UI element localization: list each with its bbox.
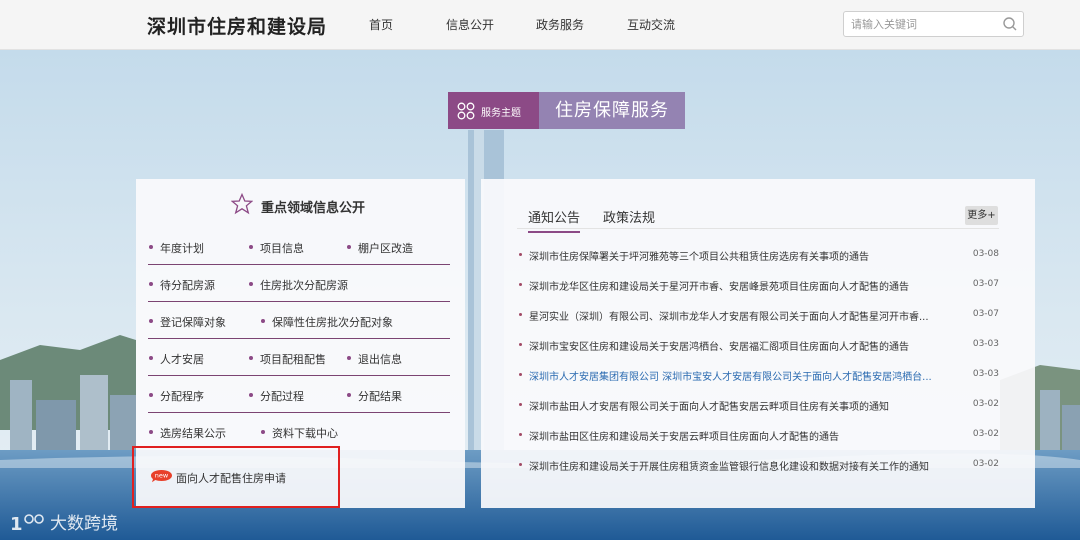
news-item[interactable]: 星河实业（深圳）有限公司、深圳市龙华人才安居有限公司关于面向人才配售星河开市睿.… xyxy=(517,306,999,324)
bullet-dot xyxy=(519,313,522,316)
bullet-dot xyxy=(519,403,522,406)
news-item[interactable]: 深圳市住房和建设局关于开展住房租赁资金监管银行信息化建设和数据对接有关工作的通知… xyxy=(517,456,999,474)
news-date: 03-08 xyxy=(972,249,999,259)
link-row: 分配程序 分配过程 分配结果 xyxy=(148,376,450,413)
news-title[interactable]: 深圳市住房和建设局关于开展住房租赁资金监管银行信息化建设和数据对接有关工作的通知 xyxy=(529,458,959,473)
new-badge-text: new xyxy=(155,472,169,480)
panel-title: 重点领域信息公开 xyxy=(261,201,366,216)
link-row: 待分配房源 住房批次分配房源 xyxy=(148,265,450,302)
bullet-dot xyxy=(519,433,522,436)
bullet-dot xyxy=(519,343,522,346)
news-title[interactable]: 深圳市龙华区住房和建设局关于星河开市睿、安居峰景苑项目住房面向人才配售的通告 xyxy=(529,278,959,293)
link-download-center[interactable]: 资料下载中心 xyxy=(260,425,338,441)
bullet-dot xyxy=(519,283,522,286)
new-badge-icon: new xyxy=(151,470,172,483)
site-title[interactable]: 深圳市住房和建设局 xyxy=(147,12,327,39)
link-project-rent-sale[interactable]: 项目配租配售 xyxy=(248,351,326,367)
page: 深圳市住房和建设局 首页 信息公开 政务服务 互动交流 服务主题 住房保障服务 xyxy=(0,0,1080,540)
bullet-dot xyxy=(519,463,522,466)
notice-panel: 通知公告 政策法规 更多+ 深圳市住房保障署关于坪河雅苑等三个项目公共租赁住房选… xyxy=(481,179,1035,508)
link-selection-results[interactable]: 选房结果公示 xyxy=(148,425,226,441)
news-date: 03-02 xyxy=(972,399,999,409)
news-title[interactable]: 深圳市盐田人才安居有限公司关于面向人才配售安居云畔项目住房有关事项的通知 xyxy=(529,398,959,413)
link-registered-recipients[interactable]: 登记保障对象 xyxy=(148,314,226,330)
service-theme-tag: 服务主题 xyxy=(448,92,539,129)
news-item[interactable]: 深圳市龙华区住房和建设局关于星河开市睿、安居峰景苑项目住房面向人才配售的通告 0… xyxy=(517,276,999,294)
svg-text:1: 1 xyxy=(10,514,23,535)
link-allocation-process[interactable]: 分配过程 xyxy=(248,388,304,404)
news-title[interactable]: 深圳市住房保障署关于坪河雅苑等三个项目公共租赁住房选房有关事项的通告 xyxy=(529,248,959,263)
star-icon xyxy=(231,193,253,215)
link-housing-to-allocate[interactable]: 待分配房源 xyxy=(148,277,215,293)
link-batch-allocation-recipients[interactable]: 保障性住房批次分配对象 xyxy=(260,314,393,330)
news-item-hovered[interactable]: 深圳市人才安居集团有限公司 深圳市宝安人才安居有限公司关于面向人才配售安居鸿栖台… xyxy=(517,366,999,384)
grid-icon xyxy=(457,102,475,120)
nav-interaction[interactable]: 互动交流 xyxy=(627,16,675,33)
link-exit-info[interactable]: 退出信息 xyxy=(346,351,402,367)
news-title[interactable]: 深圳市盐田区住房和建设局关于安居云畔项目住房面向人才配售的通告 xyxy=(529,428,959,443)
tabs-divider xyxy=(517,228,999,229)
bullet-dot xyxy=(519,373,522,376)
search-icon[interactable] xyxy=(1002,16,1018,32)
news-item[interactable]: 深圳市宝安区住房和建设局关于安居鸿栖台、安居福汇阁项目住房面向人才配售的通告 0… xyxy=(517,336,999,354)
link-project-info[interactable]: 项目信息 xyxy=(248,240,304,256)
news-title[interactable]: 深圳市宝安区住房和建设局关于安居鸿栖台、安居福汇阁项目住房面向人才配售的通告 xyxy=(529,338,959,353)
tab-notices[interactable]: 通知公告 xyxy=(528,207,581,233)
bullet-dot xyxy=(519,253,522,256)
news-date: 03-02 xyxy=(972,459,999,469)
link-talent-housing-application[interactable]: 面向人才配售住房申请 xyxy=(176,470,286,486)
nav-info-disclosure[interactable]: 信息公开 xyxy=(446,16,494,33)
search-input[interactable] xyxy=(844,12,994,36)
news-date: 03-03 xyxy=(972,369,999,379)
news-item[interactable]: 深圳市盐田人才安居有限公司关于面向人才配售安居云畔项目住房有关事项的通知 03-… xyxy=(517,396,999,414)
svg-text:大数跨境: 大数跨境 xyxy=(50,514,118,534)
news-item[interactable]: 深圳市盐田区住房和建设局关于安居云畔项目住房面向人才配售的通告 03-02 xyxy=(517,426,999,444)
service-theme-title: 住房保障服务 xyxy=(539,92,685,129)
link-allocation-procedure[interactable]: 分配程序 xyxy=(148,388,204,404)
link-row: 选房结果公示 资料下载中心 xyxy=(148,413,450,450)
nav-government-services[interactable]: 政务服务 xyxy=(536,16,584,33)
link-batch-allocation-housing[interactable]: 住房批次分配房源 xyxy=(248,277,348,293)
news-date: 03-03 xyxy=(972,339,999,349)
news-title[interactable]: 深圳市人才安居集团有限公司 深圳市宝安人才安居有限公司关于面向人才配售安居鸿栖台… xyxy=(529,368,959,383)
watermark-logo: 1 大数跨境 xyxy=(10,514,118,535)
link-row: 年度计划 项目信息 棚户区改造 xyxy=(148,228,450,265)
news-item[interactable]: 深圳市住房保障署关于坪河雅苑等三个项目公共租赁住房选房有关事项的通告 03-08 xyxy=(517,246,999,264)
news-date: 03-07 xyxy=(972,279,999,289)
link-row: 登记保障对象 保障性住房批次分配对象 xyxy=(148,302,450,339)
more-button[interactable]: 更多+ xyxy=(965,206,998,225)
nav-home[interactable]: 首页 xyxy=(369,16,393,33)
link-row: 人才安居 项目配租配售 退出信息 xyxy=(148,339,450,376)
news-date: 03-07 xyxy=(972,309,999,319)
search-box xyxy=(843,11,1024,37)
link-talent-housing[interactable]: 人才安居 xyxy=(148,351,204,367)
news-date: 03-02 xyxy=(972,429,999,439)
service-theme-label: 服务主题 xyxy=(481,108,521,119)
news-title[interactable]: 星河实业（深圳）有限公司、深圳市龙华人才安居有限公司关于面向人才配售星河开市睿.… xyxy=(529,308,959,323)
top-header: 深圳市住房和建设局 首页 信息公开 政务服务 互动交流 xyxy=(0,0,1080,50)
link-annual-plan[interactable]: 年度计划 xyxy=(148,240,204,256)
link-shantytown-renovation[interactable]: 棚户区改造 xyxy=(346,240,413,256)
link-allocation-results[interactable]: 分配结果 xyxy=(346,388,402,404)
